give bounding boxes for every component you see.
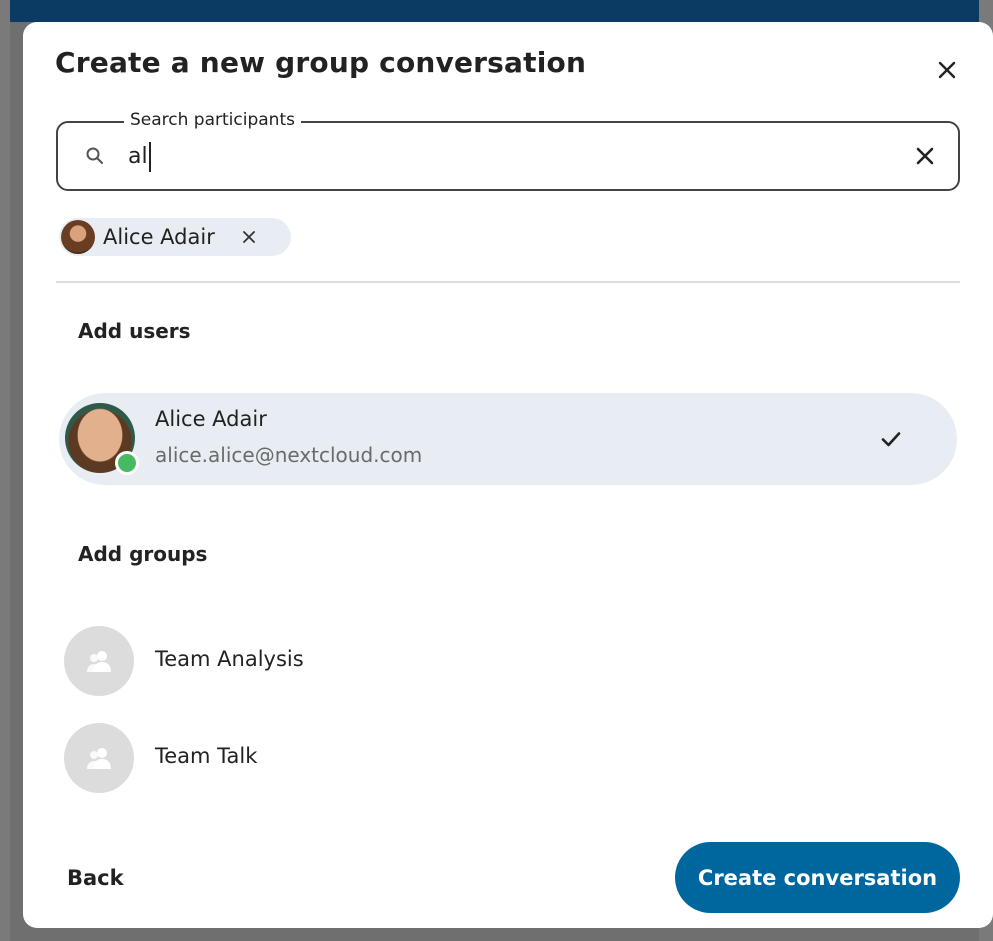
- selected-participant-chip: Alice Adair: [59, 218, 291, 256]
- user-email: alice.alice@nextcloud.com: [155, 443, 423, 467]
- check-icon: [881, 432, 901, 447]
- search-input[interactable]: al: [128, 142, 151, 172]
- group-name: Team Analysis: [155, 647, 304, 671]
- user-list-item[interactable]: Alice Adair alice.alice@nextcloud.com: [59, 393, 957, 485]
- group-icon: [87, 748, 111, 769]
- add-users-heading: Add users: [78, 319, 191, 343]
- group-list-item-team-talk[interactable]: Team Talk: [59, 720, 957, 796]
- close-dialog-button[interactable]: [929, 52, 965, 88]
- search-participants-field[interactable]: Search participants al: [56, 110, 960, 191]
- group-list-item-team-analysis[interactable]: Team Analysis: [59, 623, 957, 699]
- close-icon: [938, 61, 956, 79]
- add-groups-heading: Add groups: [78, 542, 208, 566]
- backdrop-left: [0, 0, 10, 941]
- avatar: [61, 220, 95, 254]
- group-icon: [87, 651, 111, 672]
- chip-label: Alice Adair: [103, 225, 215, 249]
- dialog-title: Create a new group conversation: [55, 46, 587, 79]
- group-name: Team Talk: [155, 744, 258, 768]
- app-header-bar: [0, 0, 993, 22]
- clear-icon: [916, 147, 934, 165]
- group-conversation-dialog: Create a new group conversation Search p…: [23, 22, 993, 928]
- group-avatar: [64, 723, 134, 793]
- clear-search-button[interactable]: [910, 141, 940, 171]
- back-button[interactable]: Back: [67, 858, 157, 898]
- search-icon: [86, 147, 103, 164]
- close-icon: [242, 231, 255, 243]
- search-label: Search participants: [124, 110, 301, 130]
- user-name: Alice Adair: [155, 407, 267, 431]
- create-conversation-button[interactable]: Create conversation: [675, 842, 960, 913]
- remove-participant-button[interactable]: [237, 225, 261, 249]
- divider: [56, 281, 960, 283]
- group-avatar: [64, 626, 134, 696]
- status-online-icon: [115, 451, 139, 475]
